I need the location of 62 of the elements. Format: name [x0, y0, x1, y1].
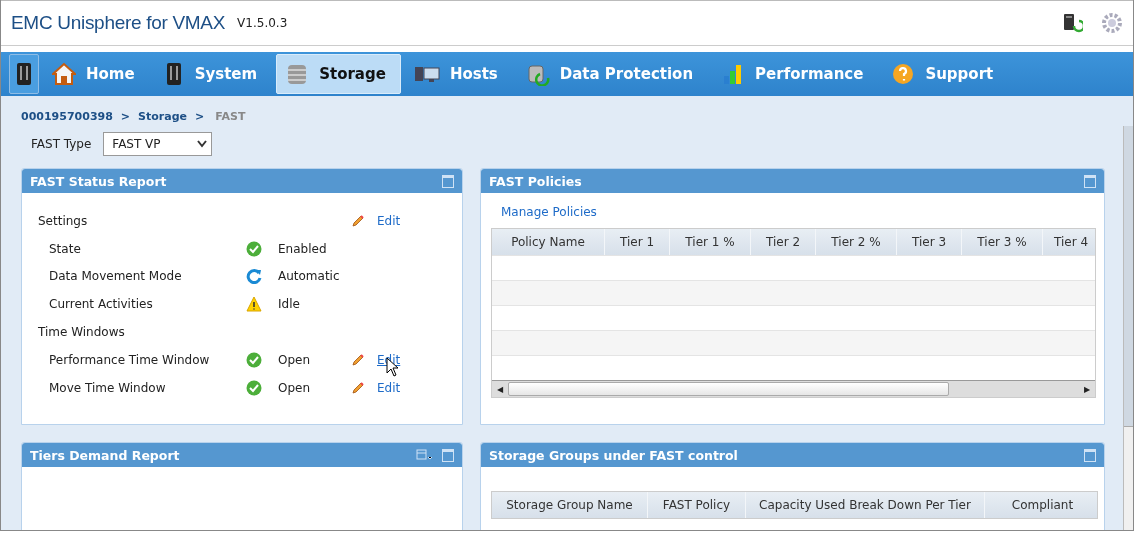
column-header[interactable]: Storage Group Name — [492, 492, 648, 518]
fast-type-dropdown[interactable]: FAST VP — [103, 132, 213, 156]
column-header[interactable]: Compliant — [985, 492, 1097, 518]
panel-title: FAST Policies — [489, 173, 582, 189]
column-header[interactable]: FAST Policy — [648, 492, 746, 518]
panel-title: Tiers Demand Report — [30, 447, 180, 463]
status-label: Performance Time Window — [48, 352, 211, 367]
status-value: Automatic — [278, 269, 341, 284]
nav-tab[interactable]: Storage — [276, 54, 401, 94]
breadcrumb-separator: > — [195, 110, 205, 123]
gear-icon[interactable] — [1101, 12, 1123, 34]
refresh-icon — [246, 268, 262, 285]
breadcrumb-item[interactable]: Storage — [138, 110, 187, 123]
check-circle-icon — [246, 379, 262, 396]
status-value: Enabled — [278, 241, 328, 256]
status-value: Idle — [278, 297, 301, 312]
nav-tab[interactable]: Performance — [712, 54, 879, 94]
nav-tab[interactable]: System — [153, 54, 273, 94]
panel-title: Storage Groups under FAST control — [489, 447, 738, 463]
column-header[interactable]: Capacity Used Break Down Per Tier — [746, 492, 985, 518]
help-icon — [891, 62, 916, 86]
server-refresh-icon[interactable] — [1061, 12, 1083, 34]
maximize-icon[interactable] — [442, 174, 454, 188]
manage-policies-link[interactable]: Manage Policies — [501, 205, 597, 219]
check-circle-icon — [246, 351, 262, 368]
panel-title: FAST Status Report — [30, 173, 167, 189]
scroll-left-button[interactable]: ◀ — [492, 384, 508, 394]
vertical-scrollbar[interactable] — [1123, 126, 1133, 530]
maximize-icon[interactable] — [442, 448, 454, 462]
scroll-right-button[interactable]: ▶ — [1079, 384, 1095, 394]
app-title: EMC Unisphere for VMAX — [11, 12, 226, 34]
nav-tab[interactable]: Hosts — [404, 54, 513, 94]
status-value: Open — [278, 380, 312, 395]
warning-icon — [246, 296, 262, 313]
status-label: Settings — [38, 213, 89, 228]
pencil-icon — [351, 213, 365, 228]
pencil-icon — [351, 380, 365, 395]
field-label: FAST Type — [31, 137, 92, 151]
house-icon — [52, 62, 76, 86]
view-menu-icon[interactable] — [416, 449, 432, 461]
breadcrumb-item[interactable]: 000195700398 — [21, 110, 113, 123]
version-label: V1.5.0.3 — [237, 16, 288, 30]
maximize-icon[interactable] — [1084, 174, 1096, 188]
check-circle-icon — [246, 240, 262, 257]
breadcrumb-separator: > — [120, 110, 131, 123]
nav-tab[interactable]: Data Protection — [516, 54, 709, 94]
nav-tab[interactable] — [9, 54, 39, 94]
status-value: Open — [278, 352, 312, 367]
nav-tab[interactable]: Home — [43, 54, 150, 94]
status-label: Current Activities — [48, 297, 154, 312]
status-label: State — [48, 241, 82, 256]
pencil-icon — [351, 352, 365, 367]
edit-link[interactable]: Edit — [377, 213, 401, 228]
edit-link[interactable]: Edit — [377, 380, 401, 395]
disk-arrow-icon — [525, 62, 550, 86]
maximize-icon[interactable] — [1084, 448, 1096, 462]
status-label: Time Windows — [38, 325, 126, 340]
status-label: Data Movement Mode — [48, 269, 183, 284]
horizontal-scrollbar[interactable]: ◀ ▶ — [492, 380, 1095, 397]
status-label: Move Time Window — [48, 380, 167, 395]
breadcrumb-item: FAST — [215, 110, 246, 123]
nav-tab[interactable]: Support — [882, 54, 1009, 94]
